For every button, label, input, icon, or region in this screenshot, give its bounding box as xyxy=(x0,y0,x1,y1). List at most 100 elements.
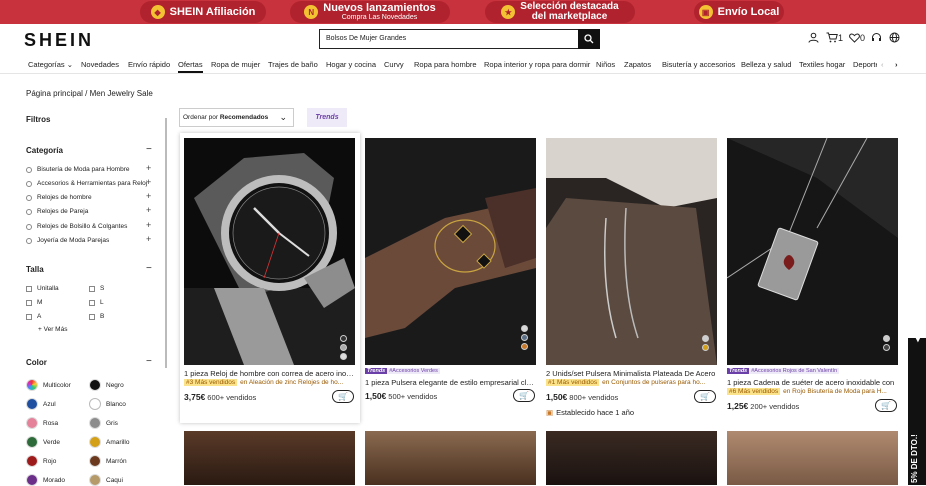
bestseller-rank[interactable]: #6 Más vendidos en Rojo Bisutería de Moda… xyxy=(727,388,899,395)
expand-plus-icon[interactable]: + xyxy=(146,191,151,201)
color-filter-title[interactable]: Color xyxy=(26,358,47,367)
category-filter-item[interactable]: Joyería de Moda Parejas xyxy=(26,237,109,244)
color-option-amarillo[interactable]: Amarillo xyxy=(89,436,129,448)
trend-tag[interactable]: Trends #Accesorios Verdes xyxy=(365,368,440,374)
support-icon[interactable] xyxy=(871,32,882,43)
category-filter-title[interactable]: Categoría xyxy=(26,146,63,155)
color-option-caqui[interactable]: Caqui xyxy=(89,474,123,486)
promo-local-shipping[interactable]: ▣ Envío Local xyxy=(694,1,784,23)
color-option-azul[interactable]: Azul xyxy=(26,398,56,410)
nav-item-ropa-hombre[interactable]: Ropa para hombre xyxy=(414,60,477,69)
nav-item-zapatos[interactable]: Zapatos xyxy=(624,60,651,69)
variant-dot[interactable] xyxy=(702,344,709,351)
add-to-cart-button[interactable]: 🛒 xyxy=(875,399,897,412)
nav-item-ofertas[interactable]: Ofertas xyxy=(178,60,203,73)
size-filter-title[interactable]: Talla xyxy=(26,265,44,274)
add-to-cart-button[interactable]: 🛒 xyxy=(694,390,716,403)
breadcrumb-home[interactable]: Página principal xyxy=(26,89,83,98)
product-title[interactable]: 1 pieza Cadena de suéter de acero inoxid… xyxy=(727,378,899,387)
product-image-next[interactable] xyxy=(184,431,355,485)
nav-item-trajes-bano[interactable]: Trajes de baño xyxy=(268,60,318,69)
product-image-next[interactable] xyxy=(365,431,536,485)
product-image-next[interactable] xyxy=(546,431,717,485)
shein-logo[interactable]: SHEIN xyxy=(24,30,94,51)
nav-categories[interactable]: Categorías ⌄ xyxy=(28,60,73,69)
expand-plus-icon[interactable]: + xyxy=(146,205,151,215)
product-image-watch[interactable] xyxy=(184,138,355,365)
variant-dot[interactable] xyxy=(521,343,528,350)
wishlist-icon[interactable] xyxy=(849,32,860,43)
size-option[interactable]: L xyxy=(89,299,104,306)
product-card[interactable]: 1 pieza Reloj de hombre con correa de ac… xyxy=(180,133,360,423)
size-option[interactable]: B xyxy=(89,313,104,320)
product-image-silver-bracelet[interactable] xyxy=(546,138,717,365)
product-image-bracelet[interactable] xyxy=(365,138,536,365)
nav-item-hogar[interactable]: Hogar y cocina xyxy=(326,60,376,69)
discount-side-tab[interactable]: ◀ 5% DE DTO.! xyxy=(908,336,926,485)
color-option-rosa[interactable]: Rosa xyxy=(26,417,58,429)
user-icon[interactable] xyxy=(808,32,819,43)
variant-dot[interactable] xyxy=(702,335,709,342)
nav-scroll-left-icon[interactable]: ‹ xyxy=(881,60,884,69)
promo-new-arrivals[interactable]: N Nuevos lanzamientos Compra Las Novedad… xyxy=(290,1,450,23)
product-card[interactable]: 2 Unids/set Pulsera Minimalista Plateada… xyxy=(542,133,722,423)
product-image-card-necklace[interactable] xyxy=(727,138,898,365)
color-option-marron[interactable]: Marrón xyxy=(89,455,127,467)
bestseller-rank[interactable]: #3 Más vendidos en Aleación de zinc Reloj… xyxy=(184,379,356,386)
trend-tag[interactable]: Trends #Accesorios Rojos de San Valentín xyxy=(727,368,840,374)
sidebar-scrollbar[interactable] xyxy=(165,118,167,368)
add-to-cart-button[interactable]: 🛒 xyxy=(332,390,354,403)
collapse-size-icon[interactable]: − xyxy=(146,263,152,274)
nav-item-ropa-mujer[interactable]: Ropa de mujer xyxy=(211,60,260,69)
expand-plus-icon[interactable]: + xyxy=(146,163,151,173)
expand-plus-icon[interactable]: + xyxy=(146,177,151,187)
category-filter-item[interactable]: Relojes de Bolsillo & Colgantes xyxy=(26,223,127,230)
color-option-multicolor[interactable]: Multicolor xyxy=(26,379,71,391)
category-filter-item[interactable]: Accesorios & Herramientas para Reloj xyxy=(26,180,147,187)
product-title[interactable]: 2 Unids/set Pulsera Minimalista Plateada… xyxy=(546,369,718,378)
nav-scroll-right-icon[interactable]: › xyxy=(895,60,898,69)
collapse-color-icon[interactable]: − xyxy=(146,356,152,367)
product-title[interactable]: 1 pieza Reloj de hombre con correa de ac… xyxy=(184,369,356,378)
nav-item-textiles[interactable]: Textiles hogar xyxy=(799,60,845,69)
add-to-cart-button[interactable]: 🛒 xyxy=(513,389,535,402)
nav-item-ninos[interactable]: Niños xyxy=(596,60,615,69)
variant-dot[interactable] xyxy=(521,334,528,341)
color-option-morado[interactable]: Morado xyxy=(26,474,65,486)
search-input[interactable]: Bolsos De Mujer Grandes xyxy=(319,29,579,49)
search-button[interactable] xyxy=(578,29,600,49)
nav-item-ropa-interior[interactable]: Ropa interior y ropa para dormir xyxy=(484,60,590,69)
size-option[interactable]: M xyxy=(26,299,42,306)
size-see-more-link[interactable]: + Ver Más xyxy=(38,326,67,333)
variant-dot[interactable] xyxy=(340,335,347,342)
nav-item-envio-rapido[interactable]: Envío rápido xyxy=(128,60,170,69)
category-filter-item[interactable]: Relojes de hombre xyxy=(26,194,92,201)
size-option[interactable]: Unitalla xyxy=(26,285,59,292)
color-option-verde[interactable]: Verde xyxy=(26,436,60,448)
product-title[interactable]: 1 pieza Pulsera elegante de estilo empre… xyxy=(365,378,537,387)
category-filter-item[interactable]: Relojes de Pareja xyxy=(26,208,88,215)
trends-button[interactable]: Trends xyxy=(307,108,347,127)
product-card[interactable]: Trends #Accesorios Verdes 1 pieza Pulsera… xyxy=(361,133,541,423)
expand-plus-icon[interactable]: + xyxy=(146,234,151,244)
variant-dot[interactable] xyxy=(340,344,347,351)
variant-dot[interactable] xyxy=(883,344,890,351)
globe-icon[interactable] xyxy=(889,32,900,43)
nav-item-belleza[interactable]: Belleza y salud xyxy=(741,60,791,69)
nav-item-bisuteria[interactable]: Bisutería y accesorios xyxy=(662,60,735,69)
bestseller-rank[interactable]: #1 Más vendidos en Conjuntos de pulseras … xyxy=(546,379,718,386)
nav-item-curvy[interactable]: Curvy xyxy=(384,60,404,69)
size-option[interactable]: A xyxy=(26,313,41,320)
nav-item-deporte[interactable]: Deporte xyxy=(853,60,877,69)
nav-item-novedades[interactable]: Novedades xyxy=(81,60,119,69)
color-option-rojo[interactable]: Rojo xyxy=(26,455,56,467)
expand-plus-icon[interactable]: + xyxy=(146,220,151,230)
product-image-next[interactable] xyxy=(727,431,898,485)
variant-dot[interactable] xyxy=(521,325,528,332)
promo-affiliate[interactable]: ◆ SHEIN Afiliación xyxy=(140,1,266,23)
collapse-category-icon[interactable]: − xyxy=(146,144,152,155)
size-option[interactable]: S xyxy=(89,285,104,292)
cart-icon[interactable] xyxy=(826,32,838,43)
variant-dot[interactable] xyxy=(340,353,347,360)
promo-marketplace[interactable]: ★ Selección destacada del marketplace xyxy=(485,1,635,23)
